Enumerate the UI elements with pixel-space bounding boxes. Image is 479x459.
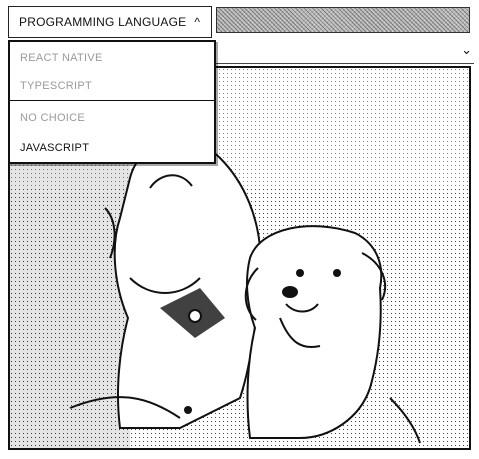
menu-item-javascript[interactable]: JAVASCRIPT <box>10 134 214 162</box>
header-band <box>216 7 470 33</box>
dropdown-label: PROGRAMMING LANGUAGE <box>19 15 187 29</box>
chevron-down-icon[interactable]: ⌄ <box>461 42 472 58</box>
programming-language-dropdown[interactable]: PROGRAMMING LANGUAGE ^ <box>8 6 212 38</box>
menu-divider <box>10 100 214 101</box>
menu-item-typescript[interactable]: TYPESCRIPT <box>10 72 214 100</box>
menu-item-react-native[interactable]: REACT NATIVE <box>10 44 214 72</box>
app-canvas: ⌄ PROGRAMMING LANGUAGE ^ REACT NATIVE TY… <box>0 0 479 459</box>
menu-item-label: REACT NATIVE <box>20 52 103 64</box>
menu-item-label: JAVASCRIPT <box>20 142 90 154</box>
dropdown-menu: REACT NATIVE TYPESCRIPT NO CHOICE JAVASC… <box>8 40 216 164</box>
menu-item-label: NO CHOICE <box>20 112 86 124</box>
menu-item-label: TYPESCRIPT <box>20 80 93 92</box>
chevron-up-icon: ^ <box>194 15 201 29</box>
menu-item-no-choice[interactable]: NO CHOICE <box>10 104 214 132</box>
secondary-select[interactable]: ⌄ <box>212 38 474 64</box>
